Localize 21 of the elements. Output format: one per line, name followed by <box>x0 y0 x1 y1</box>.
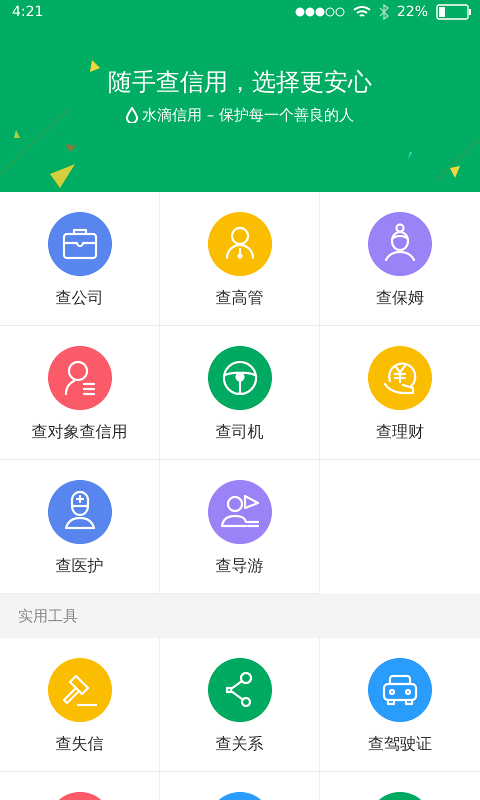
section-title: 实用工具 <box>18 606 78 626</box>
service-label[interactable]: 查关系 <box>216 734 264 755</box>
service-label[interactable]: 查驾驶证 <box>368 734 432 755</box>
service-label[interactable]: 查对象查信用 <box>32 422 128 443</box>
bluetooth-icon <box>378 4 389 20</box>
service-label[interactable]: 查司机 <box>216 422 264 443</box>
signal-icon <box>294 7 345 17</box>
service-label[interactable]: 查高管 <box>216 288 264 309</box>
service-label[interactable]: 查失信 <box>56 734 104 755</box>
wifi-icon <box>352 5 371 19</box>
service-label[interactable]: 查医护 <box>56 556 104 577</box>
banner-title: 随手查信用，选择更安心 <box>108 66 372 98</box>
clock: 4:21 <box>12 4 44 20</box>
service-label[interactable]: 查公司 <box>56 288 104 309</box>
service-label[interactable]: 查理财 <box>376 422 424 443</box>
water-drop-icon <box>126 107 138 123</box>
battery-percent: 22% <box>396 4 428 20</box>
battery-icon <box>436 4 472 20</box>
service-label[interactable]: 查保姆 <box>376 288 424 309</box>
banner-subtitle: 水滴信用 – 保护每一个善良的人 <box>142 106 354 124</box>
service-label[interactable]: 查导游 <box>216 556 264 577</box>
